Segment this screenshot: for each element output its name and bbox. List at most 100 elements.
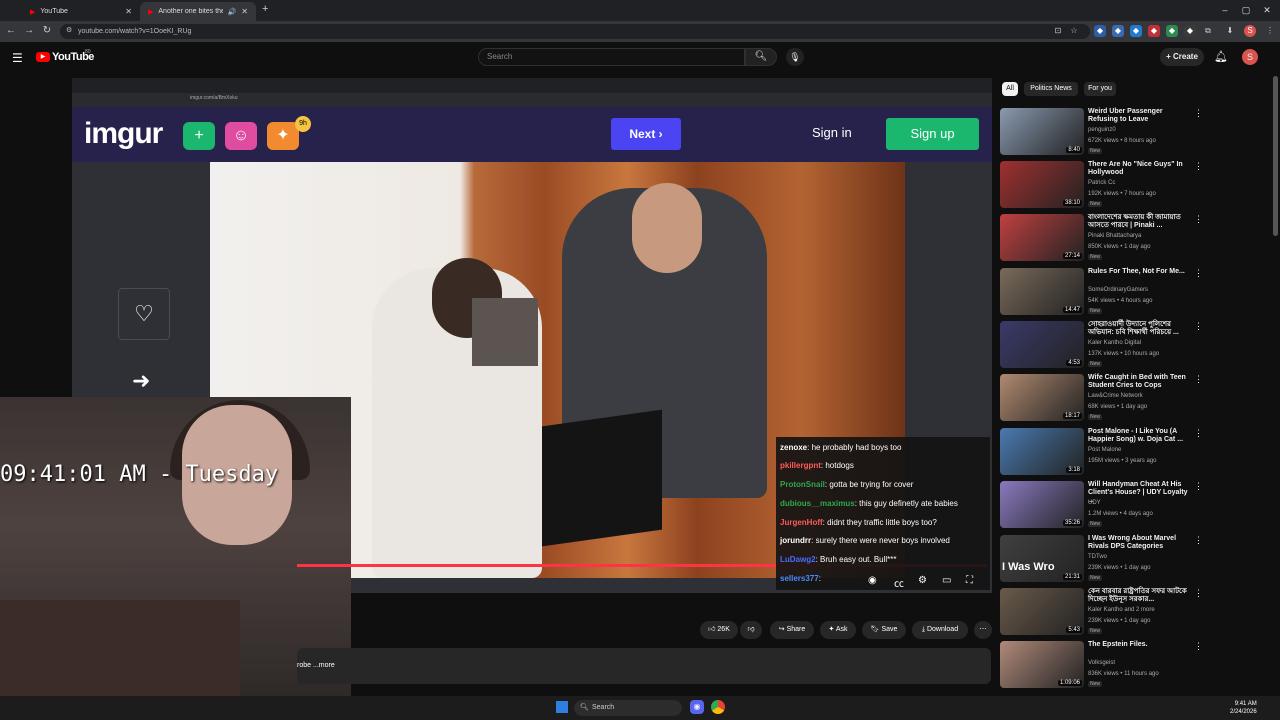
video-thumbnail[interactable]: 1:09:06	[1000, 641, 1084, 688]
more-actions-button[interactable]: ⋯	[974, 621, 992, 639]
bell-icon[interactable]: 🔔︎	[1214, 50, 1228, 63]
kebab-menu-icon[interactable]: ⋮	[1194, 641, 1203, 652]
video-channel[interactable]: UDY	[1088, 500, 1101, 506]
forward-icon[interactable]: →	[22, 24, 36, 38]
new-tab-button[interactable]: +	[262, 3, 268, 15]
video-thumbnail[interactable]: 27:14	[1000, 214, 1084, 261]
kebab-menu-icon[interactable]: ⋮	[1194, 428, 1203, 439]
video-title[interactable]: Rules For Thee, Not For Me...	[1088, 268, 1190, 276]
video-channel[interactable]: Patrick Cc	[1088, 180, 1115, 186]
video-title[interactable]: সোহরাওয়ার্দী উদ্যানে পুলিশের অভিযান: চব…	[1088, 321, 1190, 337]
video-channel[interactable]: Volksgeist	[1088, 660, 1115, 666]
extension-icon[interactable]: ◆	[1130, 25, 1142, 37]
chip-politics-news[interactable]: Politics News	[1024, 82, 1078, 96]
captions-icon[interactable]: ㏄	[894, 575, 904, 590]
video-card[interactable]: 35:26 Will Handyman Cheat At His Client's…	[1000, 481, 1203, 531]
show-more-link[interactable]: ...more	[313, 662, 335, 669]
video-card[interactable]: 3:18 Post Malone - I Like You (A Happier …	[1000, 428, 1203, 478]
kebab-menu-icon[interactable]: ⋮	[1194, 214, 1203, 225]
video-card[interactable]: 4:53 সোহরাওয়ার্দী উদ্যানে পুলিশের অভিযান…	[1000, 321, 1203, 371]
chip-for-you[interactable]: For you	[1084, 82, 1116, 96]
fullscreen-icon[interactable]: ⛶	[966, 575, 973, 586]
downloads-icon[interactable]: ⬇	[1224, 25, 1236, 37]
kebab-menu-icon[interactable]: ⋮	[1194, 161, 1203, 172]
kebab-menu-icon[interactable]: ⋮	[1194, 374, 1203, 385]
minimize-button[interactable]: –	[1217, 3, 1233, 17]
theater-mode-icon[interactable]: ▭	[942, 575, 951, 586]
save-button[interactable]: 🔖︎ Save	[862, 621, 906, 639]
video-thumbnail[interactable]: 38:10	[1000, 161, 1084, 208]
video-title[interactable]: I Was Wrong About Marvel Rivals DPS Cate…	[1088, 535, 1190, 551]
tab-youtube[interactable]: ▶ YouTube ✕	[22, 2, 140, 21]
chrome-icon[interactable]	[711, 700, 725, 714]
kebab-menu-icon[interactable]: ⋮	[1194, 268, 1203, 279]
autoplay-icon[interactable]: ◉	[868, 575, 877, 586]
extension-icon[interactable]: ◆	[1166, 25, 1178, 37]
mic-button[interactable]: 🎙︎	[786, 48, 804, 66]
create-button[interactable]: + Create	[1160, 48, 1204, 66]
address-bar[interactable]: youtube.com/watch?v=1OoeKI_RUg	[60, 24, 1090, 39]
windows-start-icon[interactable]	[556, 701, 568, 713]
kebab-menu-icon[interactable]: ⋮	[1194, 481, 1203, 492]
extension-icon[interactable]: ◆	[1094, 25, 1106, 37]
kebab-menu-icon[interactable]: ⋮	[1194, 535, 1203, 546]
site-info-icon[interactable]: ⚙	[66, 26, 72, 34]
search-button[interactable]: 🔍︎	[745, 48, 777, 66]
video-card[interactable]: 18:17 Wife Caught in Bed with Teen Studen…	[1000, 374, 1203, 424]
taskbar-search[interactable]: Search	[574, 700, 682, 716]
video-card[interactable]: 1:09:06 The Epstein Files. Volksgeist 836K …	[1000, 641, 1203, 691]
video-thumbnail[interactable]: 3:18	[1000, 428, 1084, 475]
settings-gear-icon[interactable]: ⚙	[918, 575, 927, 586]
bookmark-star-icon[interactable]: ☆	[1068, 25, 1080, 37]
video-channel[interactable]: penguinz0	[1088, 127, 1116, 133]
download-button[interactable]: ⤓ Download	[912, 621, 968, 639]
video-card[interactable]: 8:40 Weird Uber Passenger Refusing to Lea…	[1000, 108, 1203, 158]
avatar[interactable]: S	[1242, 49, 1258, 65]
kebab-menu-icon[interactable]: ⋮	[1194, 588, 1203, 599]
video-thumbnail[interactable]: 14:47	[1000, 268, 1084, 315]
install-icon[interactable]: ⊡	[1052, 25, 1064, 37]
scrollbar[interactable]	[1273, 76, 1278, 236]
video-thumbnail[interactable]: 4:53	[1000, 321, 1084, 368]
profile-avatar-icon[interactable]: S	[1244, 25, 1256, 37]
video-channel[interactable]: Pinaki Bhattacharya	[1088, 233, 1141, 239]
kebab-menu-icon[interactable]: ⋮	[1264, 25, 1276, 37]
discord-icon[interactable]: ◉	[690, 700, 704, 714]
video-card[interactable]: 14:47 Rules For Thee, Not For Me... SomeOr…	[1000, 268, 1203, 318]
video-title[interactable]: Will Handyman Cheat At His Client's Hous…	[1088, 481, 1190, 505]
extension-icon[interactable]: ◆	[1184, 25, 1196, 37]
tab-active-video[interactable]: ▶ Another one bites the dus 🔊 ✕	[140, 2, 256, 21]
share-button[interactable]: ↪ Share	[770, 621, 814, 639]
video-channel[interactable]: Law&Crime Network	[1088, 393, 1143, 399]
video-title[interactable]: The Epstein Files.	[1088, 641, 1190, 649]
video-card[interactable]: I Was Wro 21:31 I Was Wrong About Marvel R…	[1000, 535, 1203, 585]
video-title[interactable]: বাংলাদেশের ক্ষমতায় কী জামায়াত আসতে পার…	[1088, 214, 1190, 230]
hamburger-menu-icon[interactable]: ☰	[12, 51, 23, 65]
video-title[interactable]: কেন বারবার রাষ্ট্রপতির সফর আটকে দিচ্ছেন …	[1088, 588, 1190, 604]
reload-icon[interactable]: ↻	[40, 24, 54, 38]
video-card[interactable]: 5:43 কেন বারবার রাষ্ট্রপতির সফর আটকে দিচ্…	[1000, 588, 1203, 638]
video-channel[interactable]: TDTwo	[1088, 554, 1107, 560]
close-window-button[interactable]: ✕	[1259, 3, 1275, 17]
extensions-puzzle-icon[interactable]: ⧉	[1202, 25, 1214, 37]
video-title[interactable]: Wife Caught in Bed with Teen Student Cri…	[1088, 374, 1190, 390]
video-card[interactable]: 27:14 বাংলাদেশের ক্ষমতায় কী জামায়াত আসত…	[1000, 214, 1203, 264]
video-thumbnail[interactable]: 5:43	[1000, 588, 1084, 635]
extension-icon[interactable]: ◆	[1112, 25, 1124, 37]
back-icon[interactable]: ←	[4, 24, 18, 38]
like-button[interactable]: 👍︎ 26K	[700, 621, 738, 639]
video-thumbnail[interactable]: 35:26	[1000, 481, 1084, 528]
speaker-icon[interactable]: 🔊	[228, 8, 237, 16]
video-channel[interactable]: Kaler Kantho and 2 more	[1088, 607, 1155, 613]
video-channel[interactable]: Post Malone	[1088, 447, 1121, 453]
close-icon[interactable]: ✕	[125, 7, 132, 16]
video-card[interactable]: 38:10 There Are No "Nice Guys" In Hollywo…	[1000, 161, 1203, 211]
description-text[interactable]: robe ...more	[297, 662, 335, 669]
video-title[interactable]: Post Malone - I Like You (A Happier Song…	[1088, 428, 1190, 444]
video-thumbnail[interactable]: 18:17	[1000, 374, 1084, 421]
maximize-button[interactable]: ▢	[1238, 3, 1254, 17]
video-channel[interactable]: Kaler Kantho Digital	[1088, 340, 1141, 346]
video-title[interactable]: Weird Uber Passenger Refusing to Leave	[1088, 108, 1190, 124]
video-title[interactable]: There Are No "Nice Guys" In Hollywood	[1088, 161, 1190, 177]
close-icon[interactable]: ✕	[241, 7, 248, 16]
